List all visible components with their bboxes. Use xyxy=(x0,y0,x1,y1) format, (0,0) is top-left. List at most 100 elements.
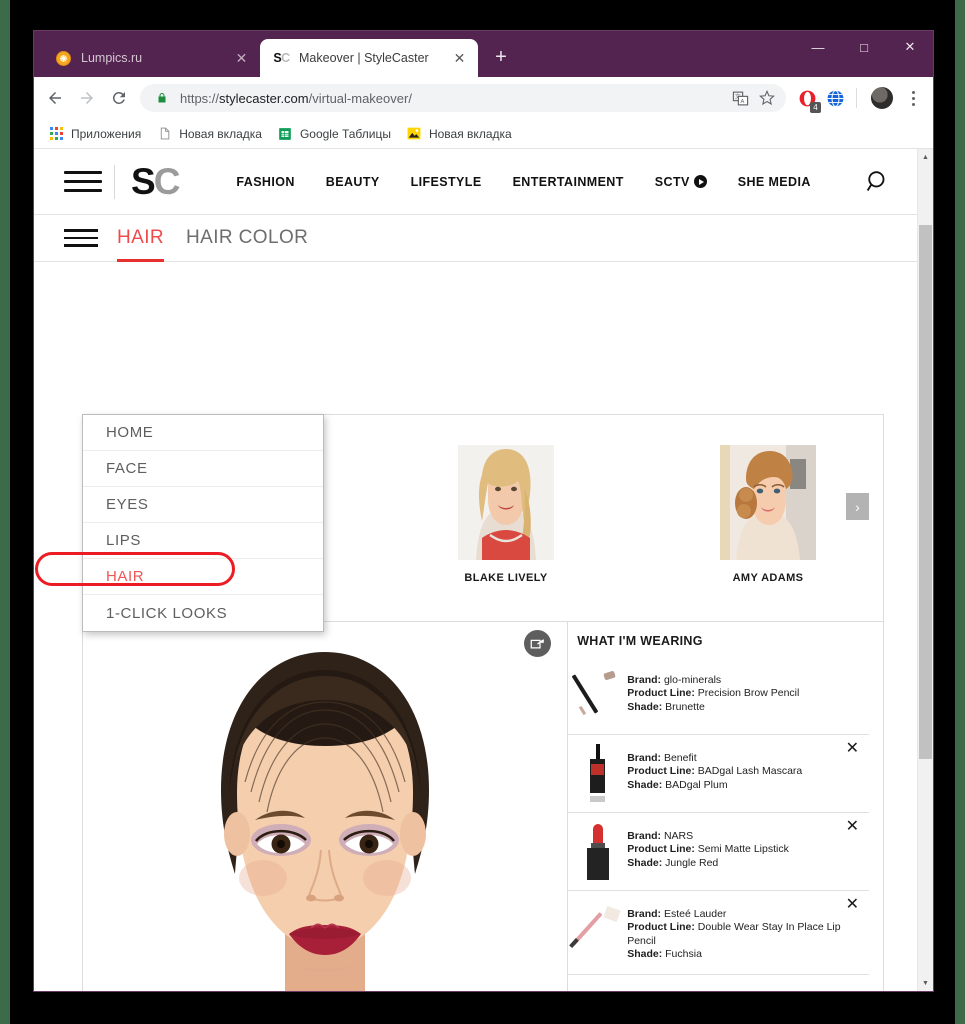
carousel-next-button[interactable]: › xyxy=(846,493,869,520)
celebrity-thumbnail xyxy=(458,445,554,560)
browser-tab-stylecaster[interactable]: SC Makeover | StyleCaster ✕ xyxy=(260,39,478,77)
dropdown-item-lips[interactable]: LIPS xyxy=(83,523,323,559)
url-path: /virtual-makeover/ xyxy=(308,90,412,106)
dropdown-item-eyes[interactable]: EYES xyxy=(83,487,323,523)
translate-icon[interactable]: 文 A xyxy=(731,89,749,107)
tab-title: Makeover | StyleCaster xyxy=(299,51,429,65)
padlock-icon xyxy=(153,89,171,107)
shade-value: Jungle Red xyxy=(665,856,719,869)
bookmark-google-sheets[interactable]: Google Таблицы xyxy=(271,123,400,145)
address-bar[interactable]: https://stylecaster.com/virtual-makeover… xyxy=(140,84,786,112)
dropdown-item-face[interactable]: FACE xyxy=(83,451,323,487)
minimize-button[interactable]: — xyxy=(795,31,841,63)
close-icon[interactable]: ✕ xyxy=(451,50,468,67)
remove-product-icon[interactable]: ✕ xyxy=(846,819,859,835)
nav-item-fashion[interactable]: FASHION xyxy=(236,175,294,189)
desktop-background: Lumpics.ru ✕ SC Makeover | StyleCaster ✕… xyxy=(0,0,965,1024)
orange-favicon xyxy=(55,50,72,67)
bookmark-label: Новая вкладка xyxy=(179,126,262,141)
search-icon[interactable] xyxy=(863,167,893,197)
nav-item-sctv[interactable]: SCTV xyxy=(655,175,707,189)
bookmark-new-tab-1[interactable]: Новая вкладка xyxy=(150,123,271,145)
url-domain: stylecaster.com xyxy=(219,90,309,106)
scroll-down-icon[interactable]: ▼ xyxy=(918,975,933,991)
nav-label: ENTERTAINMENT xyxy=(512,174,624,189)
site-menu-icon[interactable] xyxy=(64,171,102,192)
nav-label: LIFESTYLE xyxy=(410,174,482,189)
sheets-icon xyxy=(277,126,293,142)
close-icon[interactable]: ✕ xyxy=(233,50,250,67)
svg-text:A: A xyxy=(740,98,744,104)
products-scrollbar[interactable] xyxy=(871,657,882,991)
bookmarks-bar: Приложения Новая вкладка Google Таблицы … xyxy=(34,119,933,149)
address-bar-url: https://stylecaster.com/virtual-makeover… xyxy=(180,91,722,106)
dropdown-item-hair[interactable]: HAIR xyxy=(83,559,323,595)
maximize-button[interactable]: □ xyxy=(841,31,887,63)
share-icon[interactable] xyxy=(524,630,552,657)
header-divider xyxy=(114,164,115,199)
nav-item-beauty[interactable]: BEAUTY xyxy=(326,175,380,189)
avatar[interactable] xyxy=(871,87,893,109)
product-details: Brand: NARS Product Line: Semi Matte Lip… xyxy=(627,822,789,870)
products-panel: WHAT I'M WEARING Brand: glo-minerals Pro… xyxy=(568,622,883,991)
nav-item-entertainment[interactable]: ENTERTAINMENT xyxy=(513,175,624,189)
shade-value: Brunette xyxy=(665,700,705,713)
window-controls: — □ ✕ xyxy=(795,31,933,63)
page-scrollbar[interactable]: ▲ ▼ xyxy=(917,149,933,991)
globe-extension-icon[interactable] xyxy=(822,85,848,111)
reload-icon[interactable] xyxy=(104,83,134,113)
remove-product-icon[interactable]: ✕ xyxy=(846,897,859,913)
dropdown-item-1-click-looks[interactable]: 1-CLICK LOOKS xyxy=(83,595,323,631)
desktop-edge-right xyxy=(955,0,965,1024)
tab-hair[interactable]: HAIR xyxy=(117,215,164,262)
web-page: SC FASHION BEAUTY LIFESTYLE ENTERTAINMEN… xyxy=(34,149,917,991)
scroll-up-icon[interactable]: ▲ xyxy=(918,149,933,165)
image-icon xyxy=(406,126,422,142)
url-scheme: https:// xyxy=(180,90,220,106)
toolbar-divider xyxy=(856,88,857,108)
brand-value: glo-minerals xyxy=(663,674,722,686)
product-line-label: Product Line: xyxy=(627,687,695,700)
tab-hair-color[interactable]: HAIR COLOR xyxy=(186,215,308,261)
product-details: Brand: glo-minerals Product Line: Precis… xyxy=(627,666,799,714)
brand-value: Esteé Lauder xyxy=(663,908,727,920)
back-icon[interactable] xyxy=(40,83,70,113)
celebrity-card-blake-lively[interactable]: BLAKE LIVELY xyxy=(458,445,554,584)
remove-product-icon[interactable]: ✕ xyxy=(846,741,859,757)
nav-label: FASHION xyxy=(236,174,295,189)
celebrity-card-amy-adams[interactable]: AMY ADAMS xyxy=(720,445,816,584)
opera-extension-icon[interactable]: 4 xyxy=(794,85,821,113)
play-icon xyxy=(693,175,707,188)
close-window-button[interactable]: ✕ xyxy=(887,31,933,63)
brand-label: Brand: xyxy=(627,908,662,920)
nav-item-she-media[interactable]: SHE MEDIA xyxy=(738,175,811,189)
chrome-menu-icon[interactable] xyxy=(901,90,925,106)
product-line-value: BADgal Lash Mascara xyxy=(697,765,803,778)
lip-pencil-icon xyxy=(569,900,621,956)
celebrity-name: AMY ADAMS xyxy=(732,572,804,584)
bookmark-new-tab-2[interactable]: Новая вкладка xyxy=(400,123,521,145)
forward-icon[interactable] xyxy=(72,83,102,113)
nav-item-lifestyle[interactable]: LIFESTYLE xyxy=(411,175,482,189)
browser-tab-lumpics[interactable]: Lumpics.ru ✕ xyxy=(42,39,260,77)
apps-grid-icon xyxy=(48,126,64,142)
tab-title: Lumpics.ru xyxy=(81,51,143,65)
browser-tab-strip: Lumpics.ru ✕ SC Makeover | StyleCaster ✕… xyxy=(34,31,933,77)
browser-window: Lumpics.ru ✕ SC Makeover | StyleCaster ✕… xyxy=(33,30,934,992)
celebrity-thumbnail xyxy=(720,445,816,560)
product-list-item[interactable]: Brand: glo-minerals Product Line: Precis… xyxy=(568,657,869,735)
dropdown-item-home[interactable]: HOME xyxy=(83,415,323,451)
stylecaster-logo[interactable]: SC xyxy=(131,163,180,200)
product-list-item[interactable]: ✕ Brand: Benefit Product Line: BADgal La… xyxy=(568,735,869,813)
brand-label: Brand: xyxy=(627,674,662,686)
page-scrollbar-thumb[interactable] xyxy=(919,225,932,759)
bookmark-apps[interactable]: Приложения xyxy=(42,123,150,145)
star-icon[interactable] xyxy=(758,89,776,107)
mascara-icon xyxy=(577,744,619,802)
new-tab-button[interactable]: + xyxy=(486,42,516,72)
product-line-label: Product Line: xyxy=(627,765,695,778)
product-list-item[interactable]: ✕ Brand: Esteé Lauder Product Line: Doub… xyxy=(568,891,869,975)
face-preview-pane[interactable]: ADJUST + – BEFORE/AFTER REMOVE RESET xyxy=(83,622,569,991)
makeover-menu-icon[interactable] xyxy=(64,229,98,247)
product-list-item[interactable]: ✕ Brand: NARS Product Line: Semi Matte L… xyxy=(568,813,869,891)
